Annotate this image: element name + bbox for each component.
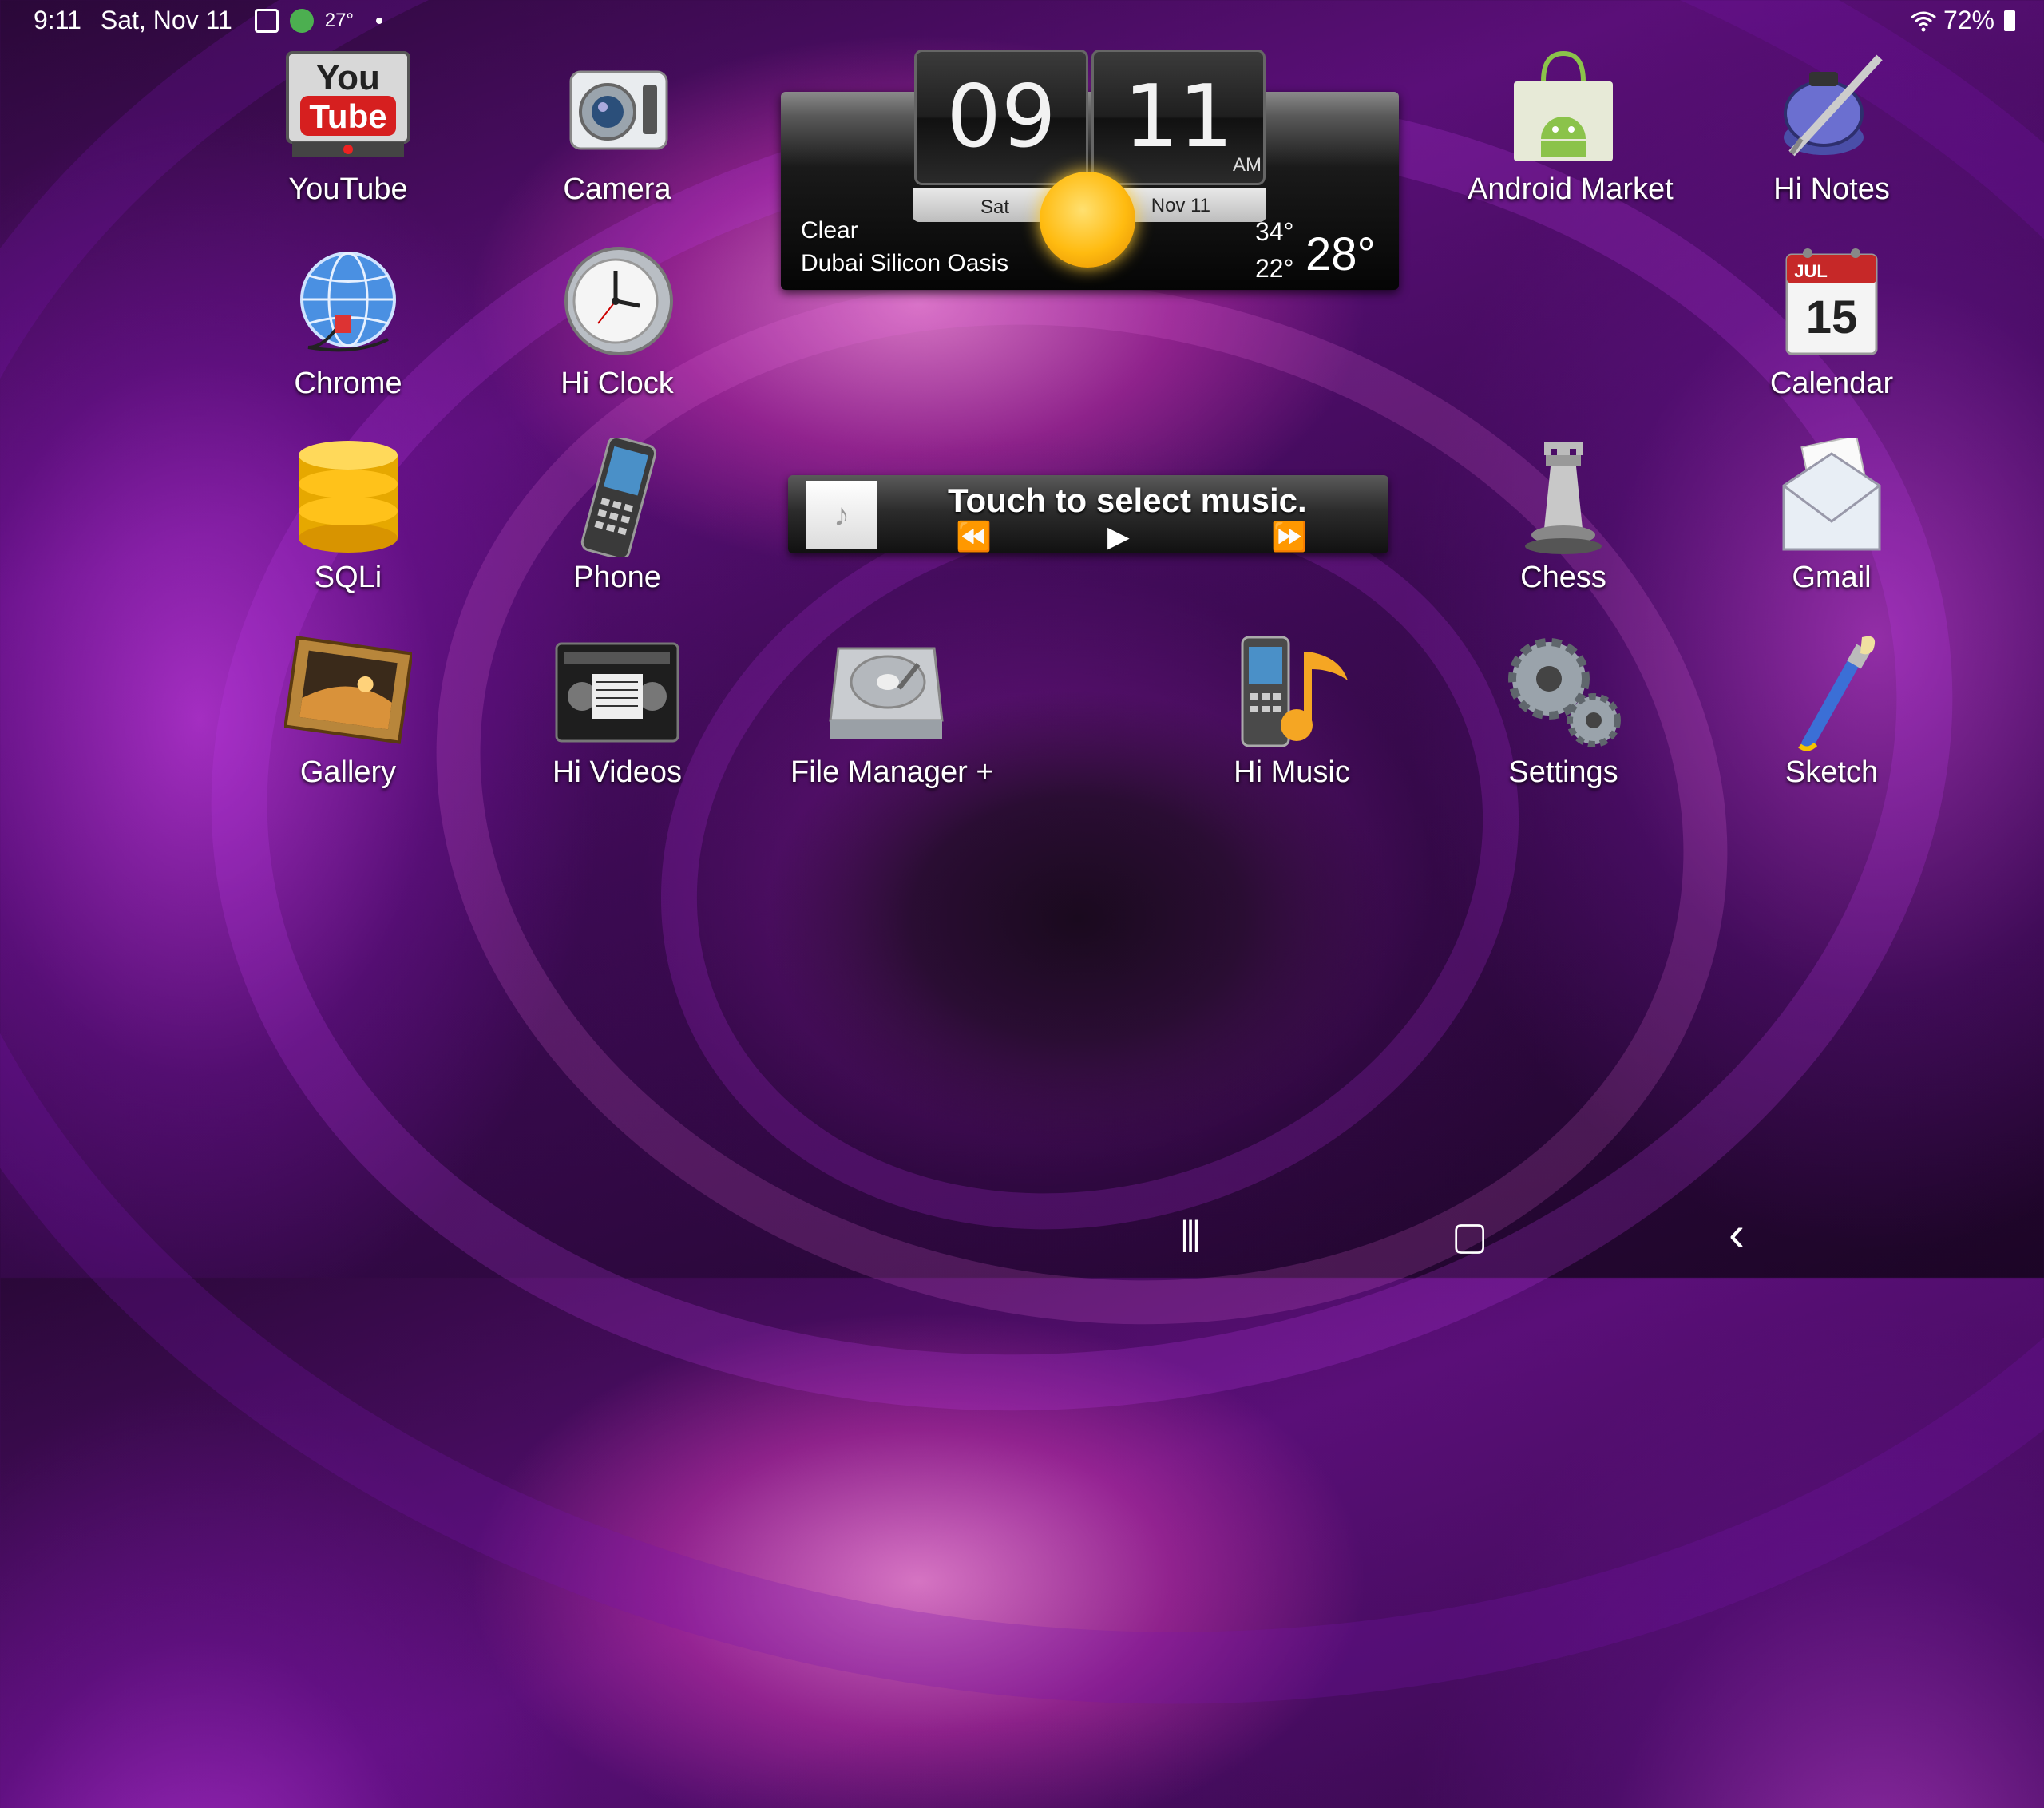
app-label: Phone	[573, 561, 661, 594]
app-hi-music[interactable]: Hi Music	[1196, 632, 1388, 790]
widget-notification-icon	[254, 8, 279, 33]
app-hi-notes[interactable]: Hi Notes	[1736, 50, 1927, 207]
clock-date: Nov 11	[1151, 195, 1210, 216]
album-art-placeholder: ♪	[806, 481, 877, 549]
picture-frame-icon	[283, 632, 414, 752]
app-android-market[interactable]: Android Market	[1468, 50, 1674, 207]
app-label: Sketch	[1785, 755, 1879, 789]
app-sketch[interactable]: Sketch	[1736, 632, 1927, 790]
status-bar: 9:11 Sat, Nov 11 27° 72%	[0, 0, 2044, 42]
rewind-button[interactable]: ⏪	[956, 520, 992, 553]
app-label: Settings	[1508, 755, 1618, 789]
battery-percent: 72%	[1943, 6, 1994, 34]
app-chess[interactable]: Chess	[1468, 438, 1659, 595]
clock-ampm: AM	[1233, 154, 1262, 176]
envelope-icon	[1768, 434, 1895, 557]
clock-hour: 09	[914, 50, 1088, 185]
wifi-icon	[1911, 11, 1936, 31]
app-label: Hi Notes	[1773, 172, 1890, 206]
sun-weather-icon	[1040, 172, 1135, 268]
paintbrush-icon	[1768, 632, 1895, 752]
status-date: Sat, Nov 11	[100, 6, 232, 34]
calendar-icon-month: JUL	[1794, 261, 1828, 281]
chess-rook-icon	[1499, 438, 1627, 557]
app-label: File Manager +	[790, 755, 994, 789]
app-label: Calendar	[1769, 367, 1894, 400]
app-hi-clock[interactable]: Hi Clock	[521, 244, 713, 401]
app-youtube[interactable]: You Tube YouTube	[252, 50, 444, 207]
youtube-icon-tube: Tube	[309, 97, 386, 135]
vhs-tape-icon	[553, 632, 681, 752]
weather-current-temp: 28°	[1305, 228, 1376, 280]
camera-icon	[553, 50, 681, 169]
phone-icon	[553, 435, 681, 561]
globe-icon	[284, 244, 412, 363]
weather-low: 22°	[1255, 254, 1294, 283]
app-label: YouTube	[288, 172, 408, 206]
play-button[interactable]: ▶	[1107, 520, 1130, 553]
fast-forward-button[interactable]: ⏩	[1271, 520, 1307, 553]
calendar-icon-day: 15	[1806, 291, 1858, 343]
app-label: Camera	[563, 172, 671, 206]
app-chrome[interactable]: Chrome	[252, 244, 444, 401]
ink-pen-icon	[1768, 50, 1895, 169]
app-label: Gallery	[299, 755, 397, 789]
youtube-icon-you: You	[316, 58, 380, 97]
app-label: Android Market	[1468, 172, 1674, 206]
app-gmail[interactable]: Gmail	[1736, 434, 1927, 595]
music-title: Touch to select music.	[948, 482, 1307, 519]
app-camera[interactable]: Camera	[521, 50, 713, 207]
weather-condition: Clear	[801, 217, 858, 244]
music-player-widget[interactable]: ♪ Touch to select music. ⏪ ▶ ⏩	[788, 475, 1388, 553]
home-button[interactable]: ▢	[1452, 1214, 1487, 1259]
back-button[interactable]: ‹	[1729, 1206, 1745, 1261]
calendar-icon: JUL 15	[1768, 244, 1895, 363]
app-file-manager[interactable]: File Manager +	[790, 632, 994, 790]
app-settings[interactable]: Settings	[1468, 632, 1659, 790]
clock-day: Sat	[980, 196, 1010, 218]
music-phone-icon	[1228, 632, 1356, 752]
app-label: Chess	[1520, 561, 1606, 594]
app-label: Chrome	[294, 367, 402, 400]
weather-location: Dubai Silicon Oasis	[801, 250, 1009, 276]
database-icon	[284, 438, 412, 557]
status-time: 9:11	[34, 6, 81, 34]
youtube-icon: You Tube	[284, 50, 412, 169]
recents-button[interactable]: |||	[1180, 1214, 1201, 1254]
shopping-bag-icon	[1499, 50, 1627, 169]
gears-icon	[1499, 632, 1627, 752]
clock-icon	[553, 244, 681, 363]
battery-icon	[2004, 10, 2015, 31]
app-label: Hi Music	[1234, 755, 1350, 789]
app-label: Hi Videos	[553, 755, 682, 789]
app-label: SQLi	[314, 561, 382, 594]
more-notifications-icon	[376, 17, 383, 24]
app-gallery[interactable]: Gallery	[252, 632, 444, 790]
app-hi-videos[interactable]: Hi Videos	[521, 632, 713, 790]
app-label: Gmail	[1792, 561, 1872, 594]
app-sqli[interactable]: SQLi	[252, 438, 444, 595]
hard-drive-icon	[822, 632, 950, 752]
app-calendar[interactable]: JUL 15 Calendar	[1736, 244, 1927, 401]
app-phone[interactable]: Phone	[521, 435, 713, 595]
weather-high: 34°	[1255, 217, 1294, 246]
app-label: Hi Clock	[561, 367, 674, 400]
status-weather-temp: 27°	[324, 9, 355, 31]
android-notification-icon	[289, 8, 314, 33]
